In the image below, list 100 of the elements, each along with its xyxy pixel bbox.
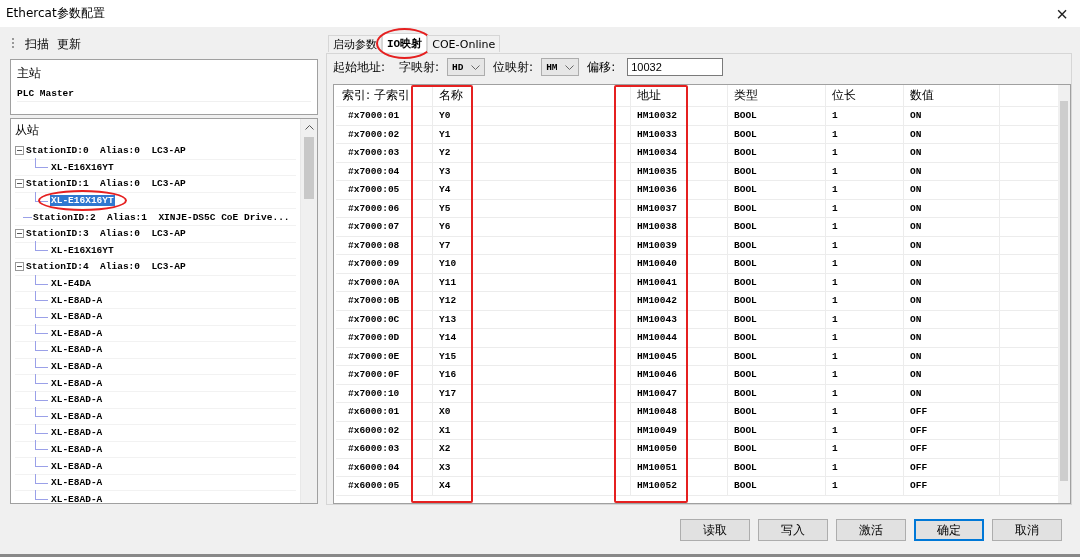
tree-item[interactable]: XL-E8AD-A (50, 493, 104, 503)
tree-item[interactable]: XL-E8AD-A (50, 460, 104, 472)
tree-item[interactable]: StationID:1 Alias:0 LC3-AP (25, 178, 187, 190)
column-header[interactable]: 索引: 子索引 (336, 87, 413, 104)
scroll-thumb[interactable] (1060, 101, 1068, 481)
tree-item[interactable]: XL-E8AD-A (50, 311, 104, 323)
name-cell-text: Y17 (438, 387, 458, 399)
name-cell-text: X0 (438, 406, 452, 418)
type-cell-text: BOOL (733, 369, 758, 381)
tree-item[interactable]: XL-E8AD-A (50, 410, 104, 422)
dialog-button[interactable]: 激活 (836, 519, 906, 541)
tree-item[interactable]: XL-E8AD-A (50, 377, 104, 389)
index-cell-text: #x6000:05 (347, 480, 401, 492)
scrollbar[interactable] (300, 119, 317, 503)
word-mapping-dropdown[interactable]: HD (447, 58, 486, 76)
word-mapping-label: 字映射: (399, 58, 440, 76)
tree-item[interactable]: XL-E8AD-A (50, 327, 104, 339)
name-cell-text: X3 (438, 461, 452, 473)
address-cell-text: HM10044 (636, 332, 678, 344)
index-cell-text: #x7000:01 (347, 110, 401, 122)
bit-mapping-dropdown[interactable]: HM (541, 58, 580, 76)
scroll-thumb[interactable] (304, 137, 314, 199)
type-cell-text: BOOL (733, 480, 758, 492)
collapse-icon[interactable] (15, 262, 24, 272)
tab[interactable]: IO映射 (382, 33, 428, 52)
collapse-icon[interactable] (15, 229, 24, 239)
column-header[interactable]: 位长 (826, 87, 904, 104)
name-cell-text: Y16 (438, 369, 458, 381)
type-cell-text: BOOL (733, 387, 758, 399)
name-cell-text: X1 (438, 424, 452, 436)
name-cell-text: Y10 (438, 258, 458, 270)
name-cell-text: Y6 (438, 221, 452, 233)
type-cell-text: BOOL (733, 295, 758, 307)
dialog-button[interactable]: 读取 (680, 519, 750, 541)
tree-item[interactable]: XL-E8AD-A (50, 361, 104, 372)
value-cell-text: ON (909, 239, 923, 251)
address-cell-text: HM10034 (636, 147, 678, 159)
value-cell-text: ON (909, 350, 923, 362)
tab[interactable]: 启动参数 (328, 35, 382, 52)
type-cell-text: BOOL (733, 239, 758, 251)
name-cell-text: Y14 (438, 332, 458, 344)
address-cell-text: HM10049 (636, 424, 678, 436)
value-cell-text: ON (909, 258, 923, 270)
offset-field[interactable]: 10032 (627, 58, 724, 76)
tree-item[interactable]: XL-E16X16YT (50, 244, 115, 256)
bit-length-cell-text: 1 (831, 295, 839, 307)
toolbar-button[interactable]: 更新 (55, 35, 83, 53)
index-cell-text: #x6000:03 (347, 443, 401, 455)
index-cell-text: #x7000:04 (347, 165, 401, 177)
dialog-button[interactable]: 写入 (758, 519, 828, 541)
bit-length-cell-text: 1 (831, 350, 839, 362)
tree-item[interactable]: XL-E4DA (50, 278, 92, 290)
toolbar-button[interactable]: 扫描 (23, 35, 51, 53)
value-cell-text: ON (909, 387, 923, 399)
bit-length-cell-text: 1 (831, 387, 839, 399)
type-cell-text: BOOL (733, 350, 758, 362)
bit-length-cell-text: 1 (831, 239, 839, 251)
index-cell-text: #x7000:0E (347, 350, 401, 362)
tree-item[interactable]: XL-E16X16YT (50, 161, 115, 173)
tree-item[interactable]: StationID:2 Alias:1 XINJE-DS5C CoE Drive... (32, 211, 291, 223)
name-cell-text: Y12 (438, 295, 458, 307)
column-header[interactable]: 类型 (728, 87, 826, 104)
column-header[interactable]: 地址 (631, 87, 728, 104)
value-cell-text: OFF (909, 424, 929, 436)
bit-length-cell-text: 1 (831, 184, 839, 196)
index-cell-text: #x7000:09 (347, 258, 401, 270)
close-button[interactable]: × (1052, 3, 1072, 24)
dialog-button[interactable]: 确定 (914, 519, 984, 541)
index-cell-text: #x7000:0D (347, 332, 401, 344)
scrollbar[interactable] (1058, 85, 1070, 503)
tree-item[interactable]: StationID:3 Alias:0 LC3-AP (25, 228, 187, 240)
dialog-button[interactable]: 取消 (992, 519, 1062, 541)
column-header[interactable]: 数值 (904, 87, 1000, 104)
address-cell-text: HM10040 (636, 258, 678, 270)
tree-item[interactable]: StationID:4 Alias:0 LC3-AP (25, 261, 187, 273)
index-cell-text: #x7000:02 (347, 128, 401, 140)
value-cell-text: ON (909, 184, 923, 196)
collapse-icon[interactable] (15, 179, 24, 189)
master-station[interactable]: PLC Master (17, 86, 311, 102)
name-cell-text: Y0 (438, 110, 452, 122)
tree-item[interactable]: XL-E8AD-A (50, 344, 104, 356)
collapse-icon[interactable] (15, 146, 24, 156)
index-cell-text: #x6000:01 (347, 406, 401, 418)
tree-item[interactable]: XL-E8AD-A (50, 427, 104, 439)
tree-item[interactable]: XL-E8AD-A (50, 394, 104, 406)
tree-item[interactable]: XL-E8AD-A (50, 477, 104, 489)
column-header[interactable]: 名称 (433, 87, 616, 104)
index-cell-text: #x7000:0A (347, 276, 401, 288)
tree-item[interactable]: XL-E16X16YT (50, 195, 115, 207)
value-cell-text: ON (909, 332, 923, 344)
tree-item[interactable]: XL-E8AD-A (50, 444, 104, 455)
address-cell-text: HM10051 (636, 461, 678, 473)
slave-label: 从站 (15, 122, 40, 139)
value-cell-text: ON (909, 276, 923, 288)
type-cell-text: BOOL (733, 165, 758, 177)
tree-item[interactable]: XL-E8AD-A (50, 294, 104, 306)
address-cell-text: HM10037 (636, 202, 678, 214)
tree-item[interactable]: StationID:0 Alias:0 LC3-AP (25, 145, 187, 157)
tab[interactable]: COE-Online (427, 35, 501, 52)
master-label: 主站 (17, 65, 42, 82)
